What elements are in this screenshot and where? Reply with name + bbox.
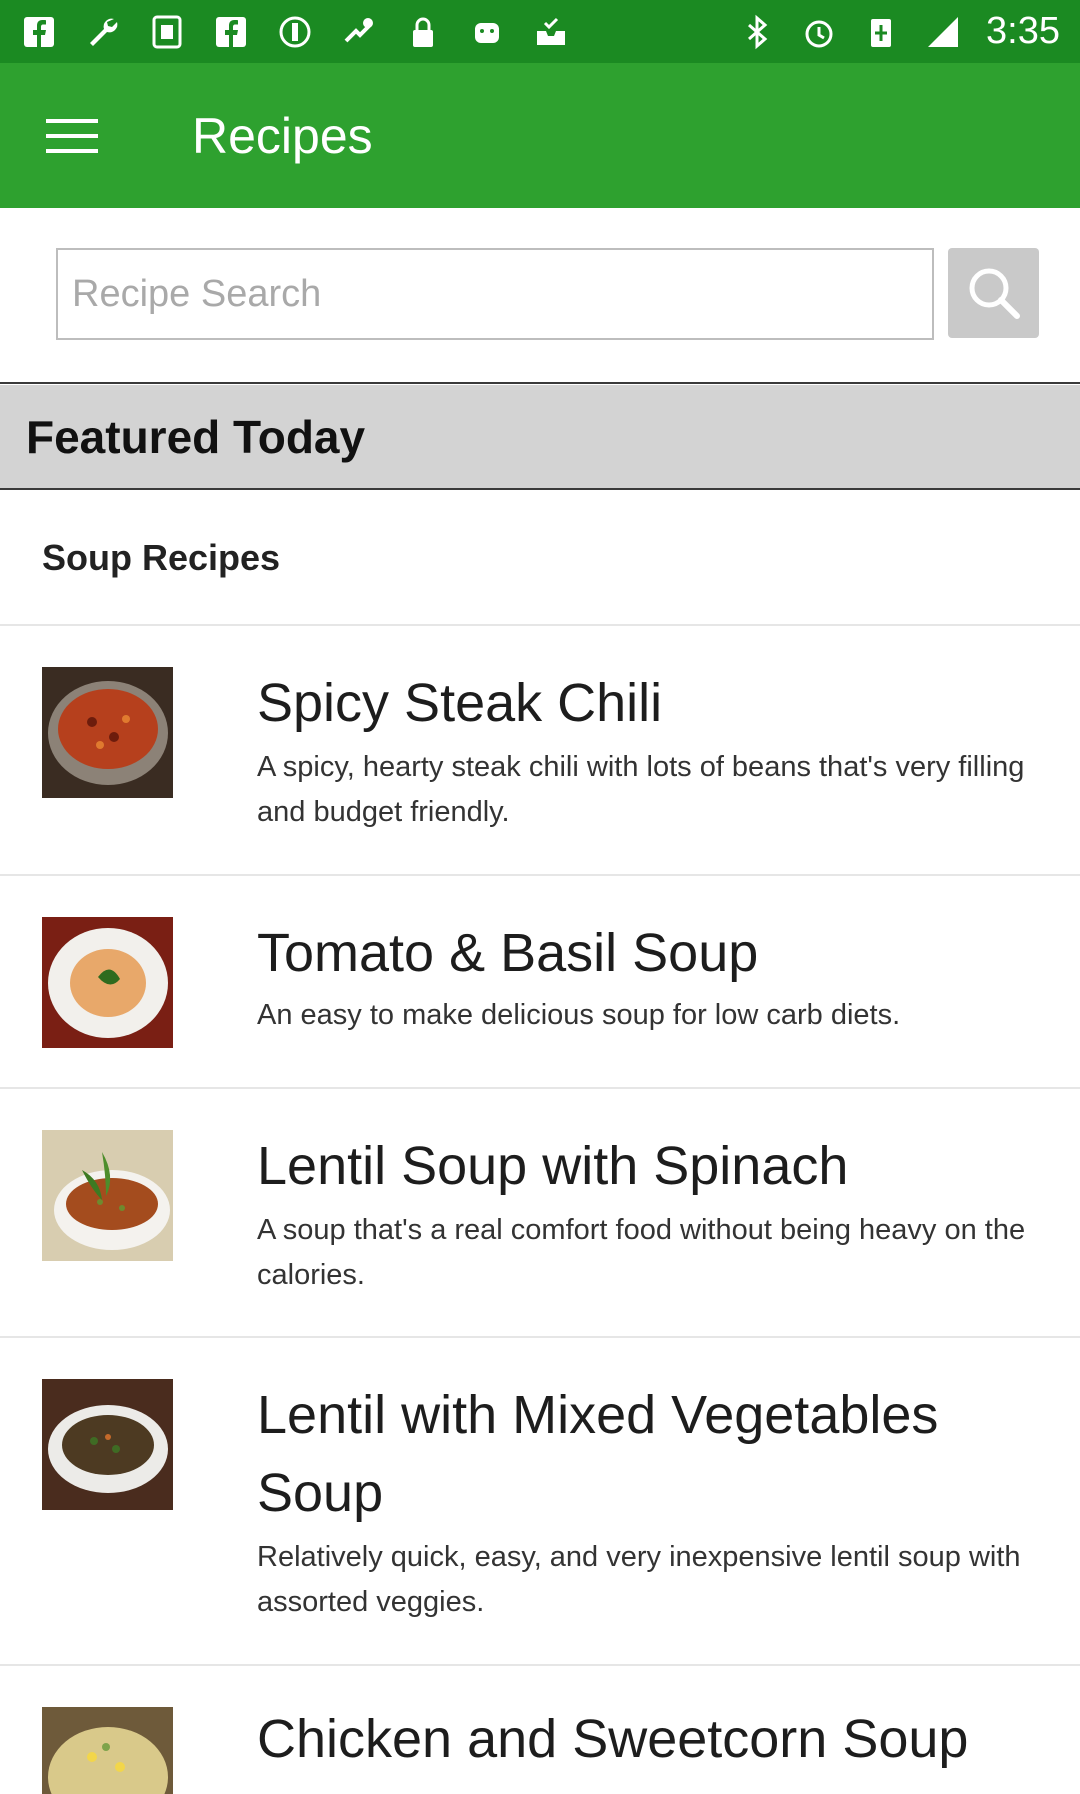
- section-title: Soup Recipes: [42, 537, 281, 578]
- featured-header: Featured Today: [0, 385, 1080, 490]
- chili-bowl-image: [42, 667, 173, 798]
- search-icon: [969, 268, 1020, 319]
- system-icons: 3:35: [738, 10, 1060, 53]
- status-time: 3:35: [986, 10, 1060, 52]
- recipe-name: Chicken and Sweetcorn Soup: [257, 1709, 969, 1769]
- lentil-soup-image: [42, 1130, 173, 1261]
- app-bar: Recipes: [0, 63, 1080, 208]
- recipe-item-spicy-steak-chili[interactable]: Spicy Steak Chili A spicy, hearty steak …: [0, 627, 1080, 876]
- recipe-description: A spicy, hearty steak chili with lots of…: [257, 751, 1025, 828]
- menu-button[interactable]: [22, 86, 122, 186]
- featured-title: Featured Today: [26, 410, 366, 463]
- recipe-name: Tomato & Basil Soup: [257, 923, 759, 983]
- bluetooth-icon: [738, 13, 776, 51]
- data-saver-icon: [276, 13, 314, 51]
- recipe-description: Relatively quick, easy, and very inexpen…: [257, 1541, 1021, 1618]
- recipe-item-chicken-sweetcorn-soup[interactable]: Chicken and Sweetcorn Soup: [0, 1667, 1080, 1794]
- facebook-icon: [212, 13, 250, 51]
- fake-gps-icon: [340, 13, 378, 51]
- wrench-icon: [84, 13, 122, 51]
- facebook-icon: [20, 13, 58, 51]
- recipe-name: Lentil with Mixed Vegetables Soup: [257, 1385, 939, 1523]
- alarm-icon: [800, 13, 838, 51]
- search-area: [0, 208, 1080, 384]
- lock-icon: [404, 13, 442, 51]
- sim-toolkit-icon: [148, 13, 186, 51]
- search-button[interactable]: [948, 248, 1039, 338]
- android-icon: [468, 13, 506, 51]
- recipe-description: An easy to make delicious soup for low c…: [257, 999, 901, 1031]
- section-header: Soup Recipes: [0, 492, 1080, 626]
- battery-saver-icon: [862, 13, 900, 51]
- recipe-item-tomato-basil-soup[interactable]: Tomato & Basil Soup An easy to make deli…: [0, 877, 1080, 1089]
- recipe-name: Spicy Steak Chili: [257, 673, 663, 733]
- page-title: Recipes: [192, 107, 373, 164]
- notification-icons: [20, 13, 570, 51]
- recipe-item-lentil-soup-spinach[interactable]: Lentil Soup with Spinach A soup that's a…: [0, 1090, 1080, 1338]
- hamburger-menu-icon: [46, 118, 98, 153]
- recipe-description: A soup that's a real comfort food withou…: [257, 1214, 1026, 1291]
- recipe-item-lentil-mixed-vegetables[interactable]: Lentil with Mixed Vegetables Soup Relati…: [0, 1339, 1080, 1666]
- tomato-soup-image: [42, 917, 173, 1048]
- sweetcorn-soup-image: [42, 1707, 173, 1794]
- signal-icon: [924, 13, 962, 51]
- inbox-check-icon: [532, 13, 570, 51]
- search-input[interactable]: [56, 248, 934, 340]
- recipe-name: Lentil Soup with Spinach: [257, 1136, 849, 1196]
- status-bar: 3:35: [0, 0, 1080, 63]
- vegetable-lentil-soup-image: [42, 1379, 173, 1510]
